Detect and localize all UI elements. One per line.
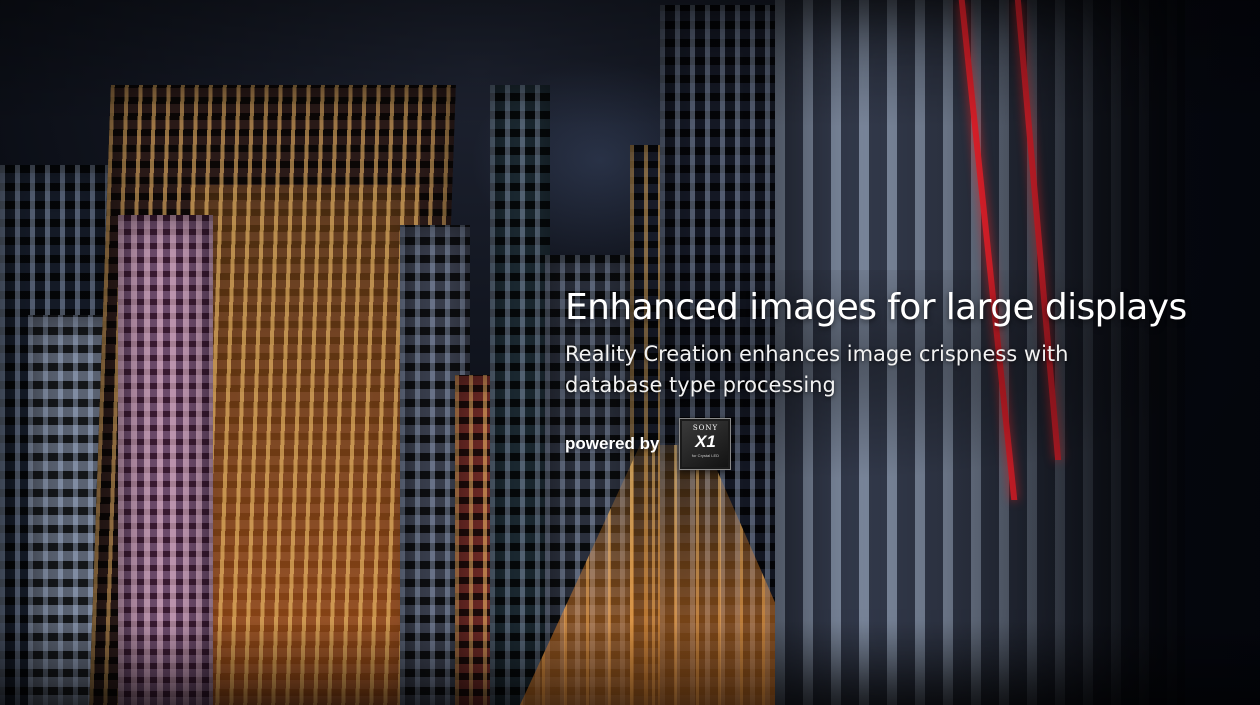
x1-logo-model: X1: [695, 432, 716, 451]
hero-caption: Enhanced images for large displays Reali…: [565, 281, 1255, 471]
hero-description: Reality Creation enhances image crispnes…: [565, 342, 1069, 397]
building-mid-3: [490, 85, 550, 705]
powered-by-label: powered by: [565, 434, 660, 453]
hero-headline: Enhanced images for large displays: [565, 287, 1187, 328]
building-main-glow: [190, 185, 420, 705]
x1-logo-subtitle: for Crystal LED: [691, 453, 720, 458]
x1-logo-brand: SONY: [692, 424, 719, 432]
building-left-pink: [118, 215, 213, 705]
hero-banner: Enhanced images for large displays Reali…: [0, 0, 1260, 705]
x1-processor-logo: SONY X1 for Crystal LED: [679, 418, 732, 470]
powered-by-row: powered by SONY X1 for Crystal LED: [565, 417, 1255, 471]
